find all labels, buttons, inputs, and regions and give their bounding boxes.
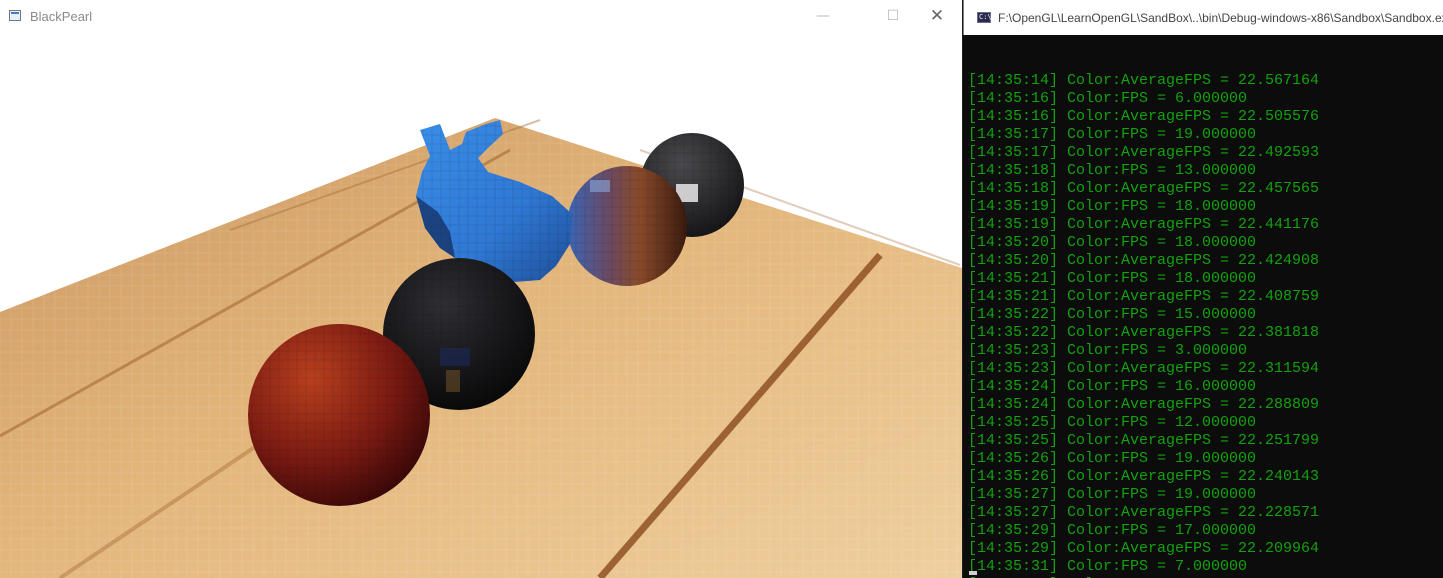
console-line: [14:35:31] Color:FPS = 7.000000 — [968, 558, 1248, 575]
console-cursor — [969, 571, 977, 575]
console-line: [14:35:14] Color:AverageFPS = 22.567164 — [968, 72, 1320, 89]
brown-voxel-sphere — [567, 166, 687, 286]
console-line: [14:35:22] Color:AverageFPS = 22.381818 — [968, 324, 1320, 341]
console-line: [14:35:16] Color:FPS = 6.000000 — [968, 90, 1248, 107]
console-lines: [14:35:14] Color:AverageFPS = 22.567164[… — [963, 71, 1443, 578]
console-line: [14:35:26] Color:AverageFPS = 22.240143 — [968, 468, 1320, 485]
blackpearl-window[interactable]: BlackPearl — ☐ ✕ — [0, 0, 963, 578]
console-line: [14:35:24] Color:AverageFPS = 22.288809 — [968, 396, 1320, 413]
console-line: [14:35:26] Color:FPS = 19.000000 — [968, 450, 1257, 467]
console-line: [14:35:16] Color:AverageFPS = 22.505576 — [968, 108, 1320, 125]
console-icon: C:\ — [977, 12, 992, 23]
console-output[interactable]: [14:35:14] Color:AverageFPS = 22.567164[… — [963, 35, 1443, 578]
console-line: [14:35:25] Color:FPS = 12.000000 — [968, 414, 1257, 431]
console-line: [14:35:23] Color:FPS = 3.000000 — [968, 342, 1248, 359]
console-line: [14:35:27] Color:FPS = 19.000000 — [968, 486, 1257, 503]
console-line: [14:35:29] Color:FPS = 17.000000 — [968, 522, 1257, 539]
console-titlebar[interactable]: C:\ F:\OpenGL\LearnOpenGL\SandBox\..\bin… — [963, 0, 1443, 35]
red-voxel-sphere — [248, 324, 430, 506]
console-line: [14:35:19] Color:AverageFPS = 22.441176 — [968, 216, 1320, 233]
app-window-icon — [9, 10, 21, 21]
console-line: [14:35:22] Color:FPS = 15.000000 — [968, 306, 1257, 323]
console-line: [14:35:20] Color:FPS = 18.000000 — [968, 234, 1257, 251]
console-line: [14:35:29] Color:AverageFPS = 22.209964 — [968, 540, 1320, 557]
console-line: [14:35:19] Color:FPS = 18.000000 — [968, 198, 1257, 215]
window-titlebar[interactable]: BlackPearl — ☐ ✕ — [0, 0, 962, 32]
console-line: [14:35:17] Color:AverageFPS = 22.492593 — [968, 144, 1320, 161]
console-line: [14:35:21] Color:FPS = 18.000000 — [968, 270, 1257, 287]
console-line: [14:35:23] Color:AverageFPS = 22.311594 — [968, 360, 1320, 377]
console-line: [14:35:21] Color:AverageFPS = 22.408759 — [968, 288, 1320, 305]
console-line: [14:35:18] Color:AverageFPS = 22.457565 — [968, 180, 1320, 197]
console-line: [14:35:18] Color:FPS = 13.000000 — [968, 162, 1257, 179]
render-viewport[interactable] — [0, 32, 962, 578]
window-title: BlackPearl — [30, 9, 93, 24]
console-line: [14:35:17] Color:FPS = 19.000000 — [968, 126, 1257, 143]
console-window[interactable]: C:\ F:\OpenGL\LearnOpenGL\SandBox\..\bin… — [963, 0, 1443, 578]
console-line: [14:35:27] Color:AverageFPS = 22.228571 — [968, 504, 1320, 521]
maximize-button[interactable]: ☐ — [870, 0, 916, 32]
close-button[interactable]: ✕ — [914, 0, 960, 32]
voxel-scene — [0, 118, 962, 578]
console-line: [14:35:20] Color:AverageFPS = 22.424908 — [968, 252, 1320, 269]
minimize-button[interactable]: — — [800, 0, 846, 32]
console-title: F:\OpenGL\LearnOpenGL\SandBox\..\bin\Deb… — [998, 11, 1443, 25]
console-line: [14:35:24] Color:FPS = 16.000000 — [968, 378, 1257, 395]
console-line: [14:35:25] Color:AverageFPS = 22.251799 — [968, 432, 1320, 449]
